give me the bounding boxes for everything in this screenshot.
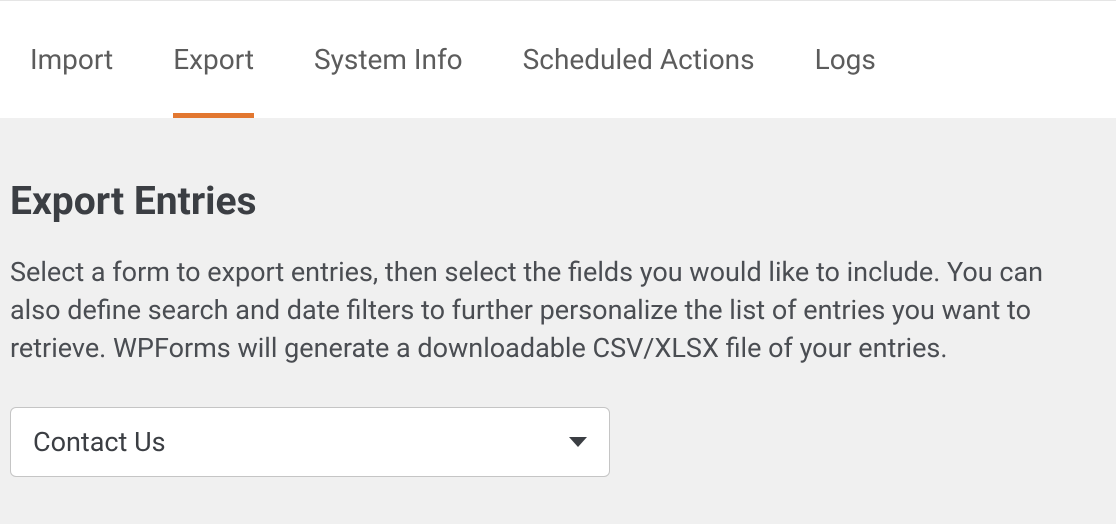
form-select-value: Contact Us (33, 426, 166, 458)
tabs-bar: Import Export System Info Scheduled Acti… (0, 0, 1116, 118)
tab-logs[interactable]: Logs (815, 1, 876, 118)
content-area: Export Entries Select a form to export e… (0, 118, 1116, 477)
form-select-wrapper: Contact Us (10, 407, 610, 477)
page-title: Export Entries (10, 178, 1106, 224)
chevron-down-icon (569, 437, 587, 447)
form-select[interactable]: Contact Us (10, 407, 610, 477)
tab-system-info[interactable]: System Info (314, 1, 463, 118)
tab-scheduled-actions[interactable]: Scheduled Actions (523, 1, 755, 118)
page-description: Select a form to export entries, then se… (10, 254, 1090, 367)
tab-import[interactable]: Import (30, 1, 113, 118)
tab-export[interactable]: Export (173, 1, 254, 118)
